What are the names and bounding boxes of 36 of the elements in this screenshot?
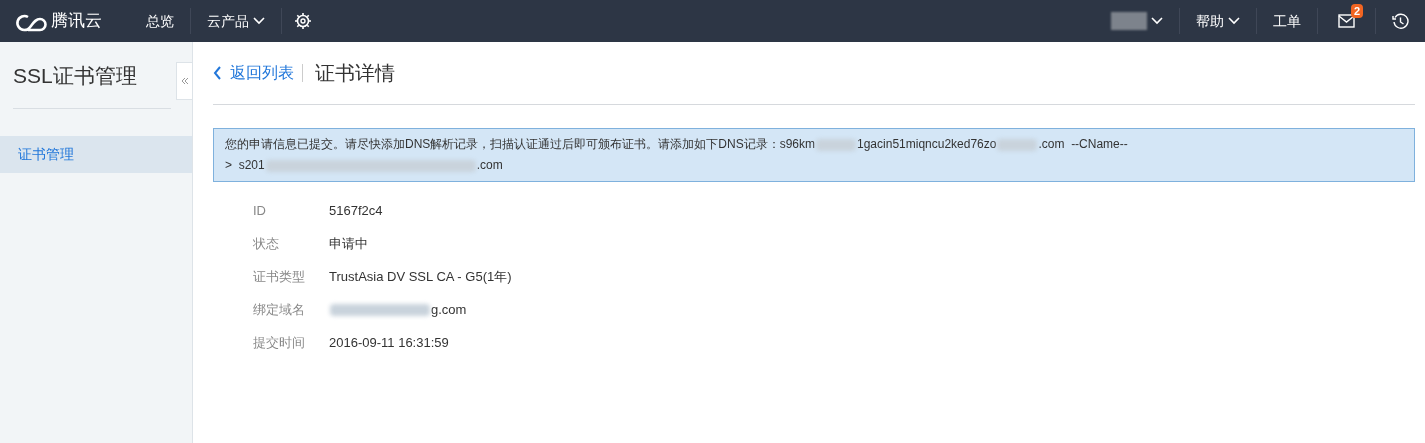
field-value: 5167f2c4 xyxy=(329,201,383,220)
field-value: 2016-09-11 16:31:59 xyxy=(329,333,449,352)
redacted-blur xyxy=(1111,12,1147,30)
chevron-down-icon xyxy=(1151,17,1163,25)
sidebar-title: SSL证书管理 xyxy=(13,60,171,109)
notice-text: > s201 xyxy=(225,157,265,174)
sidebar-item[interactable]: 证书管理 xyxy=(0,135,192,173)
nav-dropdown[interactable]: 帮助 xyxy=(1180,0,1256,42)
chevron-left-icon xyxy=(213,66,222,80)
nav-link[interactable]: 总览 xyxy=(130,0,190,42)
notice-text: 您的申请信息已提交。请尽快添加DNS解析记录，扫描认证通过后即可颁布证书。请添加如下DNS记录：s96km xyxy=(225,136,815,153)
field-value: TrustAsia DV SSL CA - G5(1年) xyxy=(329,267,512,286)
field-label: 绑定域名 xyxy=(253,300,306,319)
mail-icon xyxy=(1338,14,1355,28)
field-label: 证书类型 xyxy=(253,267,306,286)
field-label: 状态 xyxy=(253,234,280,253)
count-badge: 2 xyxy=(1350,4,1363,18)
brand-name: 腾讯云 xyxy=(51,10,102,33)
chevron-down-icon xyxy=(253,17,265,25)
field-label: 提交时间 xyxy=(253,333,306,352)
double-chevron-left-icon xyxy=(180,77,189,85)
notice-text: .com --CName-- xyxy=(1038,136,1128,153)
back-link[interactable]: 返回列表 xyxy=(213,61,302,85)
field-value: g.com xyxy=(431,300,467,319)
settings-icon xyxy=(294,12,312,30)
chevron-down-icon xyxy=(1228,17,1240,25)
nav-link[interactable]: 工单 xyxy=(1257,0,1317,42)
nav-dropdown[interactable]: 云产品 xyxy=(191,0,281,42)
notice-text: .com xyxy=(476,157,503,174)
redacted-blur xyxy=(816,138,856,151)
redacted-blur xyxy=(997,138,1038,151)
notice-text: 1gacin51miqncu2ked76zo xyxy=(857,136,997,153)
page-title: 证书详情 xyxy=(314,61,395,86)
clock-icon xyxy=(1392,12,1409,30)
field-label: ID xyxy=(253,201,267,220)
field-value: 申请中 xyxy=(329,234,368,253)
